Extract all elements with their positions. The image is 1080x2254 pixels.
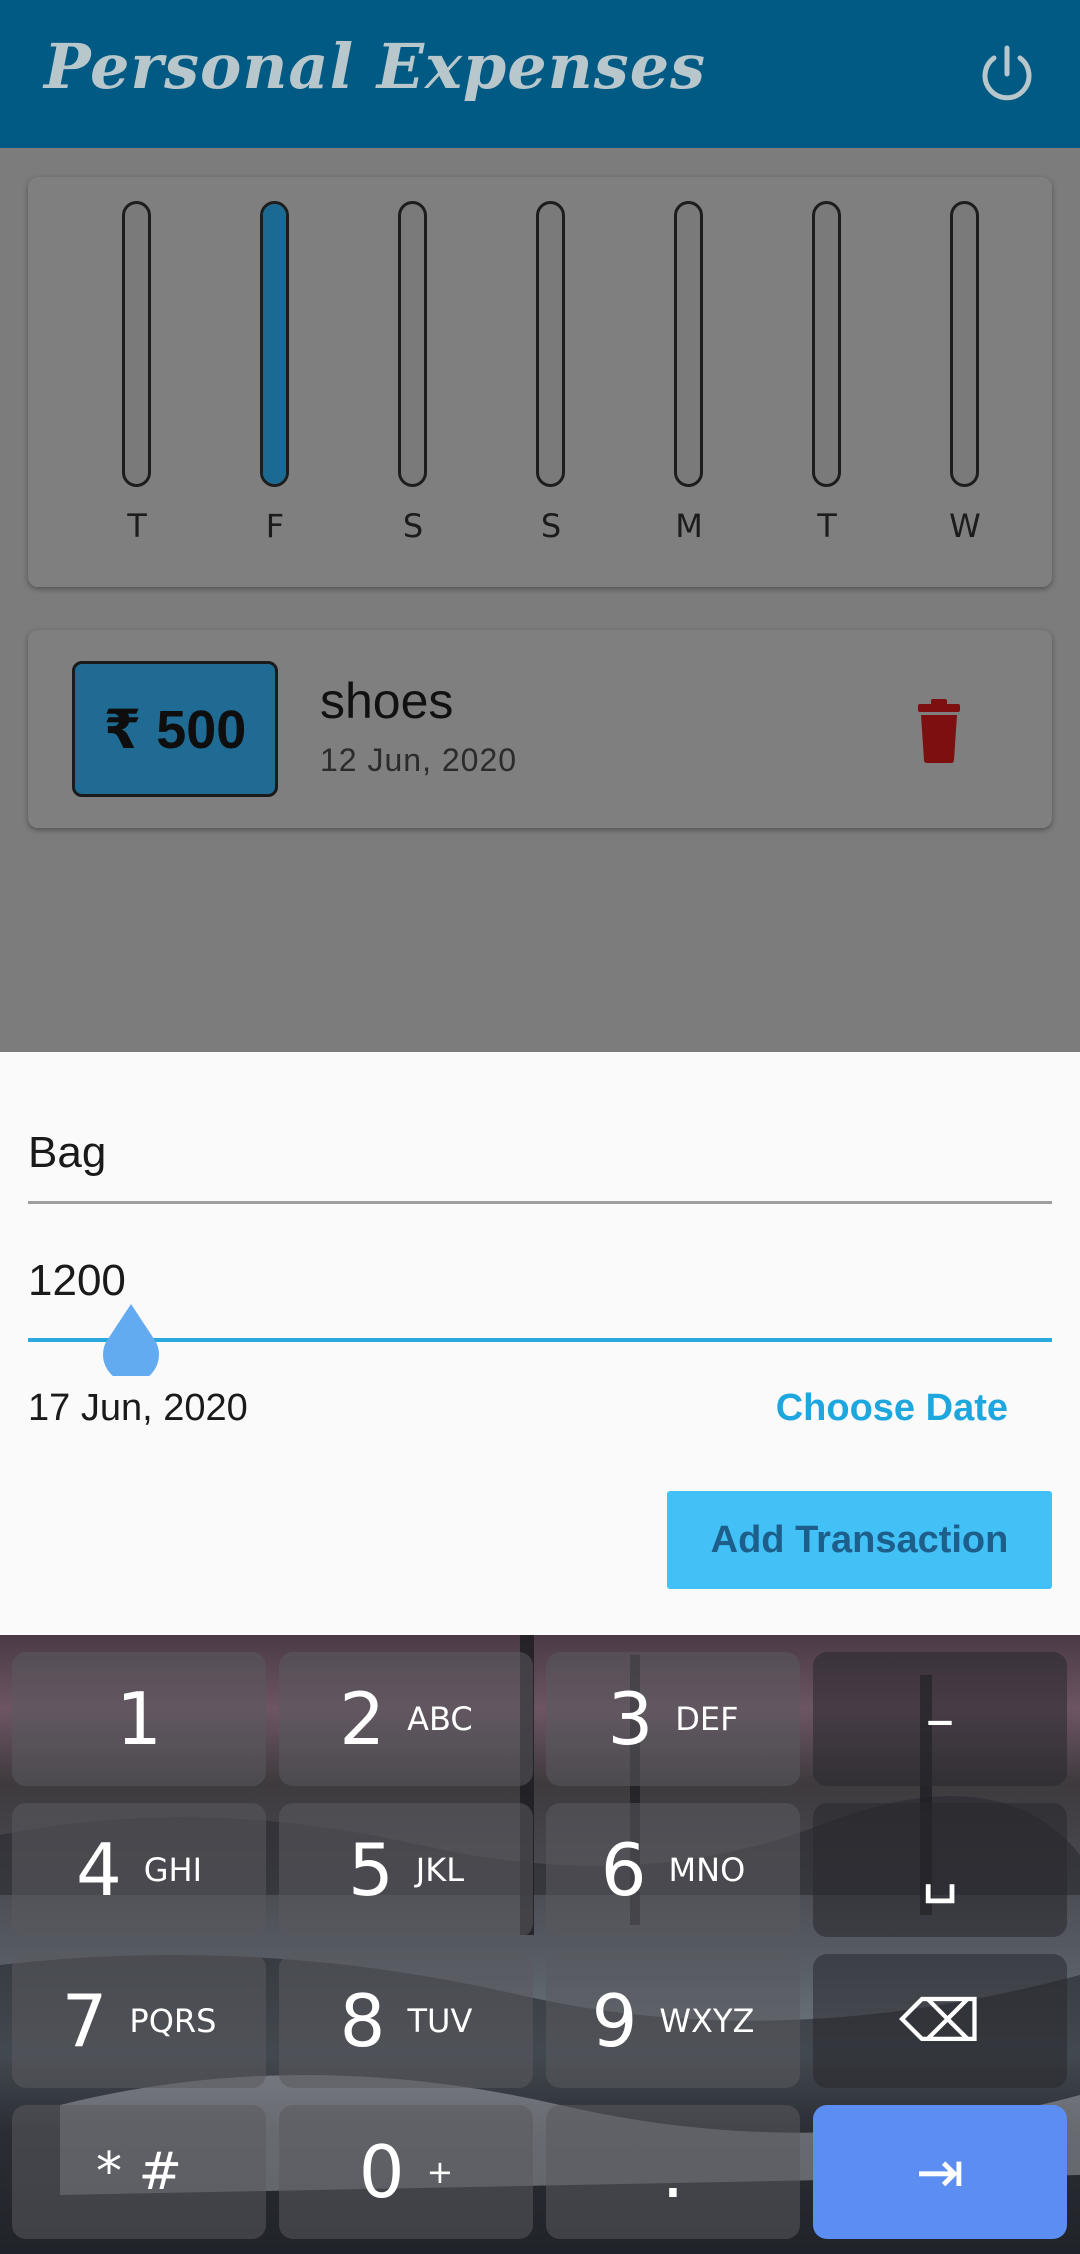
key-2[interactable]: 2 ABC — [279, 1652, 533, 1786]
key-7[interactable]: 7 PQRS — [12, 1954, 266, 2088]
key-period[interactable]: . — [546, 2105, 800, 2239]
new-transaction-sheet: 17 Jun, 2020 Choose Date Add Transaction — [0, 1052, 1080, 1635]
key-sublabel: MNO — [668, 1851, 746, 1889]
text-cursor-handle[interactable] — [100, 1304, 162, 1376]
weekly-chart-card: TFSSMTW — [28, 177, 1052, 587]
add-transaction-button[interactable]: Add Transaction — [667, 1491, 1052, 1589]
chart-bar-track — [674, 201, 703, 487]
chart-bar-1: F — [245, 201, 305, 561]
key-enter[interactable]: ⇥ — [813, 2105, 1067, 2239]
key-label: 6 — [600, 1828, 647, 1912]
transaction-date: 12 Jun, 2020 — [320, 742, 518, 778]
delete-icon[interactable] — [914, 698, 964, 764]
chart-bar-4: M — [659, 201, 719, 561]
key-6[interactable]: 6 MNO — [546, 1803, 800, 1937]
key-sublabel: WXYZ — [659, 2002, 755, 2040]
key-space[interactable]: ␣ — [813, 1803, 1067, 1937]
chart-day-label: M — [675, 507, 703, 545]
chart-day-label: S — [540, 507, 562, 545]
key-label: * # — [95, 2142, 183, 2202]
key-label: – — [925, 1685, 955, 1753]
key-label: ␣ — [921, 1836, 959, 1904]
key-sublabel: TUV — [407, 2002, 473, 2040]
key-label: . — [661, 2130, 685, 2214]
chart-bar-track — [812, 201, 841, 487]
key-sublabel: PQRS — [129, 2002, 217, 2040]
transaction-amount-badge: ₹ 500 — [72, 661, 278, 797]
key-9[interactable]: 9 WXYZ — [546, 1954, 800, 2088]
key-label: 7 — [61, 1979, 108, 2063]
key-minus[interactable]: – — [813, 1652, 1067, 1786]
chart-bar-0: T — [107, 201, 167, 561]
key-sublabel: + — [426, 2153, 454, 2191]
key-sublabel: ABC — [407, 1700, 473, 1738]
app-bar: Personal Expenses — [0, 0, 1080, 148]
key-sublabel: DEF — [675, 1700, 739, 1738]
numeric-keyboard: 1 2 ABC 3 DEF – 4 GHI 5 JKL 6 MNO ␣ 7 PQRS 8 TUV 9 WXYZ ⌫ * … — [0, 1635, 1080, 2254]
chart-bar-5: T — [797, 201, 857, 561]
chart-day-label: T — [127, 507, 147, 545]
key-5[interactable]: 5 JKL — [279, 1803, 533, 1937]
power-icon[interactable] — [972, 40, 1042, 110]
chart-bar-6: W — [935, 201, 995, 561]
key-label: 1 — [116, 1677, 162, 1761]
chart-bar-3: S — [521, 201, 581, 561]
key-label: 9 — [591, 1979, 638, 2063]
key-4[interactable]: 4 GHI — [12, 1803, 266, 1937]
key-sublabel: GHI — [143, 1851, 203, 1889]
key-backspace[interactable]: ⌫ — [813, 1954, 1067, 2088]
chart-bar-track — [122, 201, 151, 487]
key-8[interactable]: 8 TUV — [279, 1954, 533, 2088]
transaction-title: shoes — [320, 673, 454, 729]
chart-day-label: T — [817, 507, 837, 545]
chart-bar-track — [398, 201, 427, 487]
key-label: 8 — [339, 1979, 386, 2063]
chart-day-label: W — [949, 507, 981, 545]
key-label: ⌫ — [898, 1987, 981, 2055]
chart-bar-fill — [263, 204, 286, 484]
key-label: 4 — [75, 1828, 122, 1912]
key-label: 3 — [607, 1677, 654, 1761]
chart-bar-track — [536, 201, 565, 487]
key-symbols[interactable]: * # — [12, 2105, 266, 2239]
app-title: Personal Expenses — [44, 30, 707, 103]
chart-bar-track — [260, 201, 289, 487]
amount-input[interactable] — [28, 1252, 1052, 1342]
chart-day-label: S — [402, 507, 424, 545]
key-0[interactable]: 0 + — [279, 2105, 533, 2239]
key-1[interactable]: 1 — [12, 1652, 266, 1786]
title-input[interactable] — [28, 1122, 1052, 1204]
key-3[interactable]: 3 DEF — [546, 1652, 800, 1786]
choose-date-button[interactable]: Choose Date — [760, 1382, 1022, 1434]
key-sublabel: JKL — [415, 1851, 465, 1889]
transaction-card[interactable]: ₹ 500 shoes 12 Jun, 2020 — [28, 630, 1052, 828]
key-label: 5 — [347, 1828, 394, 1912]
chart-bar-track — [950, 201, 979, 487]
key-label: 0 — [358, 2130, 405, 2214]
selected-date: 17 Jun, 2020 — [28, 1387, 248, 1429]
key-label: ⇥ — [915, 2138, 965, 2206]
chart-bar-2: S — [383, 201, 443, 561]
chart-day-label: F — [265, 507, 285, 545]
key-label: 2 — [339, 1677, 386, 1761]
